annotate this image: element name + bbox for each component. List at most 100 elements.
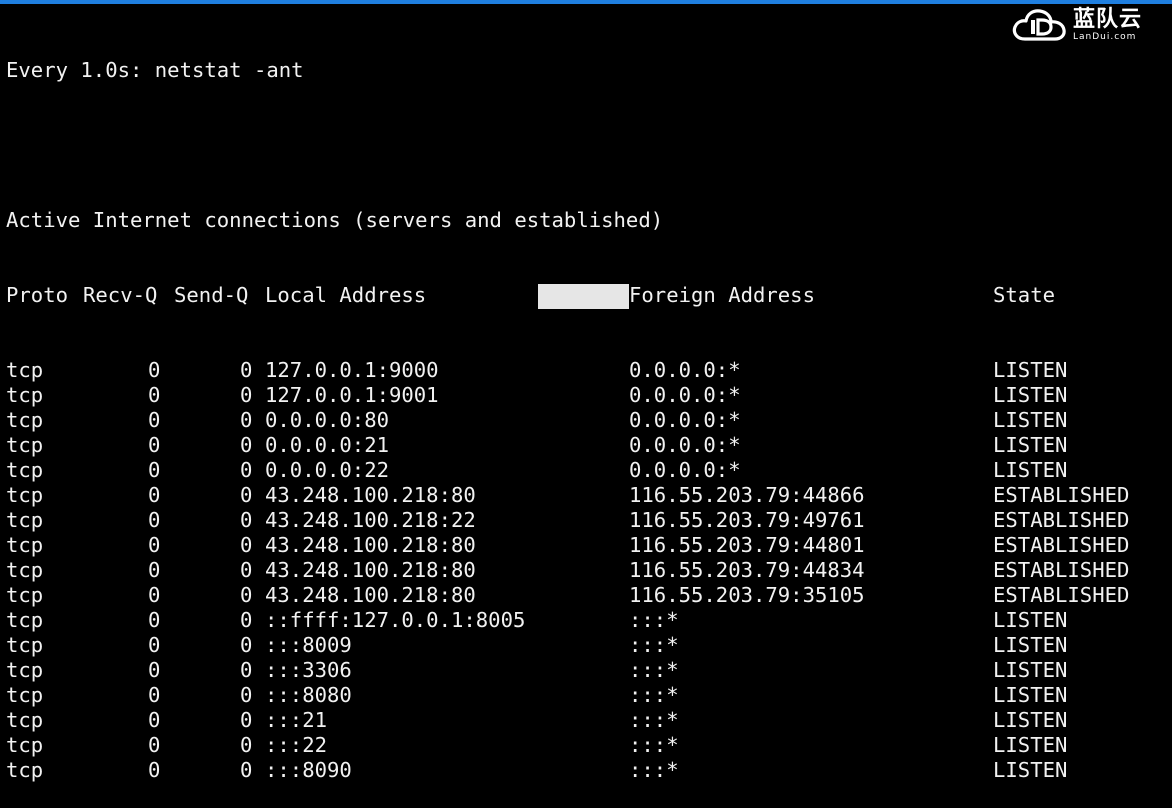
- row-local-address: 0.0.0.0:21: [265, 433, 389, 457]
- row-local-address: 43.248.100.218:80: [265, 483, 476, 507]
- row-send-q: 0: [240, 508, 253, 532]
- row-foreign-address: 116.55.203.79:35105: [629, 583, 865, 607]
- row-proto: tcp: [6, 533, 44, 557]
- row-proto: tcp: [6, 583, 44, 607]
- header-proto: Proto: [6, 283, 68, 307]
- row-local-address: :::8009: [265, 633, 352, 657]
- table-row: tcp 0 0 0.0.0.0:21 0.0.0.0:* LISTEN: [6, 433, 1067, 458]
- row-recv-q: 0: [148, 608, 161, 632]
- row-state: LISTEN: [993, 458, 1068, 482]
- row-send-q: 0: [240, 733, 253, 757]
- row-state: LISTEN: [993, 358, 1068, 382]
- row-send-q: 0: [240, 658, 253, 682]
- row-state: LISTEN: [993, 658, 1068, 682]
- row-send-q: 0: [240, 683, 253, 707]
- table-row: tcp 0 0:::21:::* LISTEN: [6, 708, 1067, 733]
- row-local-address: 0.0.0.0:80: [265, 408, 389, 432]
- row-recv-q: 0: [148, 558, 161, 582]
- row-foreign-address: 116.55.203.79:49761: [629, 508, 865, 532]
- table-row: tcp 0 0:::8080:::* LISTEN: [6, 683, 1067, 708]
- row-recv-q: 0: [148, 458, 161, 482]
- row-proto: tcp: [6, 708, 44, 732]
- row-send-q: 0: [240, 433, 253, 457]
- row-state: LISTEN: [993, 733, 1068, 757]
- row-proto: tcp: [6, 358, 44, 382]
- row-state: LISTEN: [993, 633, 1068, 657]
- row-proto: tcp: [6, 408, 44, 432]
- row-send-q: 0: [240, 558, 253, 582]
- row-foreign-address: :::*: [629, 608, 679, 632]
- row-proto: tcp: [6, 458, 44, 482]
- row-state: LISTEN: [993, 383, 1068, 407]
- row-send-q: 0: [240, 408, 253, 432]
- row-proto: tcp: [6, 383, 44, 407]
- row-local-address: 43.248.100.218:80: [265, 533, 476, 557]
- row-foreign-address: :::*: [629, 658, 679, 682]
- row-state: ESTABLISHED: [993, 558, 1130, 582]
- row-local-address: :::22: [265, 733, 327, 757]
- row-state: LISTEN: [993, 608, 1068, 632]
- row-recv-q: 0: [148, 658, 161, 682]
- row-recv-q: 0: [148, 708, 161, 732]
- row-foreign-address: :::*: [629, 633, 679, 657]
- row-foreign-address: 0.0.0.0:*: [629, 383, 741, 407]
- row-proto: tcp: [6, 483, 44, 507]
- row-state: ESTABLISHED: [993, 533, 1130, 557]
- row-send-q: 0: [240, 458, 253, 482]
- row-local-address: :::8080: [265, 683, 352, 707]
- row-send-q: 0: [240, 583, 253, 607]
- watermark-text: 蓝队云 LanDui.com: [1072, 6, 1142, 43]
- row-send-q: 0: [240, 483, 253, 507]
- row-proto: tcp: [6, 683, 44, 707]
- cloud-logo-icon: [1012, 9, 1066, 41]
- row-state: LISTEN: [993, 433, 1068, 457]
- row-local-address: 43.248.100.218:22: [265, 508, 476, 532]
- row-foreign-address: 0.0.0.0:*: [629, 458, 741, 482]
- row-local-address: :::21: [265, 708, 327, 732]
- row-send-q: 0: [240, 633, 253, 657]
- row-foreign-address: :::*: [629, 708, 679, 732]
- row-state: LISTEN: [993, 708, 1068, 732]
- row-local-address: 43.248.100.218:80: [265, 558, 476, 582]
- row-proto: tcp: [6, 758, 44, 782]
- table-row: tcp 0 0 43.248.100.218:80 116.55.203.79:4480…: [6, 533, 1129, 558]
- row-recv-q: 0: [148, 433, 161, 457]
- row-local-address: :::8090: [265, 758, 352, 782]
- row-recv-q: 0: [148, 508, 161, 532]
- row-proto: tcp: [6, 558, 44, 582]
- row-local-address: :::3306: [265, 658, 352, 682]
- row-foreign-address: :::*: [629, 683, 679, 707]
- row-local-address: 127.0.0.1:9001: [265, 383, 439, 407]
- table-row: tcp 0 0 0.0.0.0:80 0.0.0.0:* LISTEN: [6, 408, 1067, 433]
- row-local-address: 0.0.0.0:22: [265, 458, 389, 482]
- row-state: LISTEN: [993, 408, 1068, 432]
- row-send-q: 0: [240, 533, 253, 557]
- row-state: ESTABLISHED: [993, 583, 1130, 607]
- window-top-accent-bar: [0, 0, 1172, 4]
- row-recv-q: 0: [148, 633, 161, 657]
- row-send-q: 0: [240, 358, 253, 382]
- row-send-q: 0: [240, 383, 253, 407]
- landui-watermark: 蓝队云 LanDui.com: [1011, 6, 1142, 44]
- terminal-output[interactable]: Every 1.0s: netstat -ant Active Internet…: [6, 8, 1129, 808]
- table-row: tcp 0 0:::22:::* LISTEN: [6, 733, 1067, 758]
- table-row: tcp 0 0 127.0.0.1:9000 0.0.0.0:* LISTEN: [6, 358, 1067, 383]
- watch-command-line: Every 1.0s: netstat -ant: [6, 58, 304, 82]
- table-row: tcp 0 0 0.0.0.0:22 0.0.0.0:* LISTEN: [6, 458, 1067, 483]
- row-proto: tcp: [6, 508, 44, 532]
- row-send-q: 0: [240, 608, 253, 632]
- row-recv-q: 0: [148, 683, 161, 707]
- row-foreign-address: 116.55.203.79:44834: [629, 558, 865, 582]
- row-foreign-address: :::*: [629, 733, 679, 757]
- row-recv-q: 0: [148, 533, 161, 557]
- row-foreign-address: 0.0.0.0:*: [629, 358, 741, 382]
- connection-rows: tcp 0 0 127.0.0.1:9000 0.0.0.0:* LISTEN tcp 0 0 1…: [6, 358, 1129, 783]
- row-state: LISTEN: [993, 758, 1068, 782]
- redaction-block: [538, 284, 629, 309]
- watermark-name-cn: 蓝队云: [1072, 6, 1142, 32]
- row-foreign-address: 116.55.203.79:44801: [629, 533, 865, 557]
- header-send-q: Send-Q: [174, 283, 249, 307]
- row-send-q: 0: [240, 708, 253, 732]
- table-row: tcp 0 0:::8090:::* LISTEN: [6, 758, 1067, 783]
- row-foreign-address: 0.0.0.0:*: [629, 433, 741, 457]
